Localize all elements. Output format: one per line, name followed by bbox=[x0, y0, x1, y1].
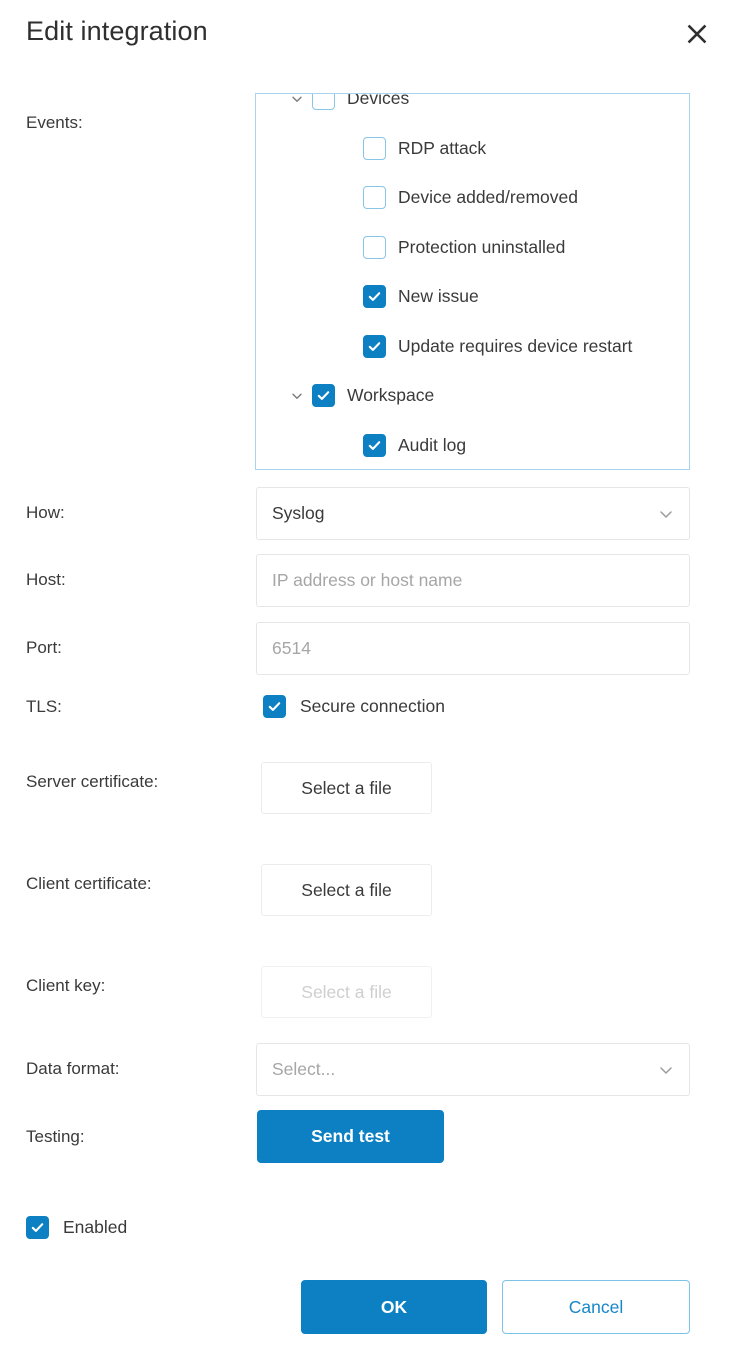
events-tree-checkbox[interactable] bbox=[363, 285, 386, 309]
events-tree-checkbox[interactable] bbox=[312, 94, 335, 111]
events-tree-label: RDP attack bbox=[398, 137, 487, 158]
client-certificate-select-file-button[interactable]: Select a file bbox=[261, 864, 432, 916]
port-input-placeholder: 6514 bbox=[272, 638, 311, 658]
testing-label: Testing: bbox=[26, 1127, 85, 1146]
how-select[interactable]: Syslog bbox=[256, 487, 690, 540]
events-label: Events: bbox=[26, 113, 83, 132]
data-format-select[interactable]: Select... bbox=[256, 1043, 690, 1096]
events-tree-label: Device added/removed bbox=[398, 187, 578, 208]
client-key-label: Client key: bbox=[26, 976, 106, 995]
cancel-button[interactable]: Cancel bbox=[502, 1280, 690, 1334]
events-tree-label: Workspace bbox=[347, 385, 435, 406]
close-icon bbox=[685, 22, 709, 46]
data-format-select-placeholder: Select... bbox=[272, 1059, 336, 1079]
events-tree-label: New issue bbox=[398, 286, 479, 307]
client-key-select-file-button: Select a file bbox=[261, 966, 432, 1018]
events-tree-row[interactable]: Audit log bbox=[256, 421, 689, 470]
events-tree-checkbox[interactable] bbox=[363, 433, 386, 457]
events-tree-label: Update requires device restart bbox=[398, 335, 633, 356]
ok-button[interactable]: OK bbox=[301, 1280, 487, 1334]
enabled-label: Enabled bbox=[63, 1217, 128, 1237]
events-tree-row[interactable]: Update requires device restart bbox=[256, 322, 689, 372]
secure-connection-checkbox-row[interactable]: Secure connection bbox=[263, 695, 445, 718]
events-tree-row[interactable]: Workspace bbox=[256, 371, 689, 421]
host-input[interactable]: IP address or host name bbox=[256, 554, 690, 607]
dialog-header: Edit integration bbox=[0, 0, 733, 72]
chevron-down-icon bbox=[657, 505, 675, 523]
events-tree-row[interactable]: RDP attack bbox=[256, 124, 689, 174]
events-tree-label: Protection uninstalled bbox=[398, 236, 566, 257]
chevron-down-icon bbox=[657, 1061, 675, 1079]
data-format-label: Data format: bbox=[26, 1059, 120, 1078]
close-button[interactable] bbox=[677, 14, 717, 54]
chevron-down-icon[interactable] bbox=[287, 94, 307, 109]
send-test-button[interactable]: Send test bbox=[257, 1110, 444, 1163]
events-tree-checkbox[interactable] bbox=[363, 334, 386, 358]
events-tree-checkbox[interactable] bbox=[363, 235, 386, 259]
events-tree-row[interactable]: Devices bbox=[256, 93, 689, 124]
tls-label: TLS: bbox=[26, 697, 62, 716]
events-tree-checkbox[interactable] bbox=[363, 186, 386, 210]
events-tree-label: Devices bbox=[347, 93, 410, 109]
enabled-checkbox-row[interactable]: Enabled bbox=[26, 1216, 127, 1239]
events-tree-checkbox[interactable] bbox=[312, 384, 335, 408]
secure-connection-label: Secure connection bbox=[300, 696, 445, 716]
host-label: Host: bbox=[26, 570, 66, 589]
events-tree-row[interactable]: Device added/removed bbox=[256, 173, 689, 223]
server-certificate-select-file-button[interactable]: Select a file bbox=[261, 762, 432, 814]
page-title: Edit integration bbox=[26, 16, 208, 46]
how-label: How: bbox=[26, 503, 65, 522]
events-tree: Devices RDP attack Device added/removed Pro… bbox=[256, 93, 689, 470]
host-input-placeholder: IP address or host name bbox=[272, 570, 463, 590]
client-certificate-label: Client certificate: bbox=[26, 874, 152, 893]
enabled-checkbox[interactable] bbox=[26, 1216, 49, 1239]
server-certificate-label: Server certificate: bbox=[26, 772, 159, 791]
port-input[interactable]: 6514 bbox=[256, 622, 690, 675]
events-tree-row[interactable]: New issue bbox=[256, 272, 689, 322]
how-select-value: Syslog bbox=[272, 503, 325, 523]
secure-connection-checkbox[interactable] bbox=[263, 695, 286, 718]
events-tree-row[interactable]: Protection uninstalled bbox=[256, 223, 689, 273]
port-label: Port: bbox=[26, 638, 62, 657]
events-tree-box[interactable]: Devices RDP attack Device added/removed Pro… bbox=[255, 93, 690, 470]
events-tree-checkbox[interactable] bbox=[363, 136, 386, 160]
events-tree-label: Audit log bbox=[398, 434, 467, 455]
chevron-down-icon[interactable] bbox=[287, 386, 307, 406]
